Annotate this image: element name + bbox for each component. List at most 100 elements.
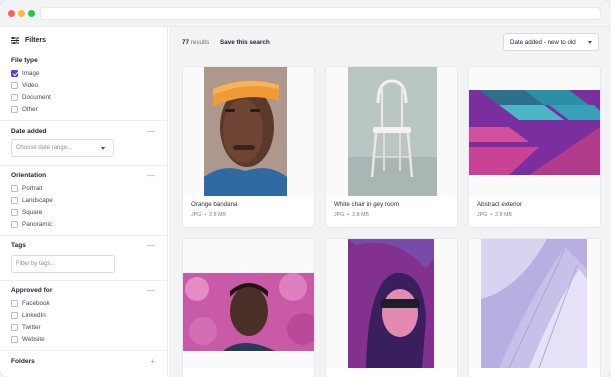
approved-option-facebook[interactable]: Facebook xyxy=(11,300,50,307)
approved-option-twitter[interactable]: Twitter xyxy=(11,324,41,331)
option-label: Landscape xyxy=(22,197,53,204)
video-checkbox[interactable] xyxy=(11,82,18,89)
asset-size: 2.8 MB xyxy=(352,212,369,218)
chevron-down-icon xyxy=(588,41,592,44)
asset-thumbnail xyxy=(469,67,600,196)
facebook-checkbox[interactable] xyxy=(11,300,18,307)
file-type-option-image[interactable]: Image xyxy=(11,70,40,77)
panoramic-checkbox[interactable] xyxy=(11,221,18,228)
option-label: Square xyxy=(22,209,43,216)
results-number: 77 xyxy=(182,39,190,46)
approved-option-linkedin[interactable]: LinkedIn xyxy=(11,312,46,319)
asset-card[interactable] xyxy=(183,239,314,377)
option-label: Website xyxy=(22,336,45,343)
filters-title: Filters xyxy=(25,37,47,44)
portrait-checkbox[interactable] xyxy=(11,185,18,192)
asset-meta: White chair in gey room JPG • 2.8 MB xyxy=(334,201,452,218)
document-checkbox[interactable] xyxy=(11,94,18,101)
orientation-option-landscape[interactable]: Landscape xyxy=(11,197,53,204)
asset-meta xyxy=(191,373,309,377)
option-label: Image xyxy=(22,70,40,77)
asset-card[interactable]: Abstract exterior JPG • 2.8 MB xyxy=(469,67,600,227)
filters-sidebar: Filters File type Image Video Document O… xyxy=(0,27,168,377)
option-label: LinkedIn xyxy=(22,312,46,319)
asset-thumbnail xyxy=(183,67,314,196)
option-label: Portrait xyxy=(22,185,43,192)
asset-title: Orange bandana xyxy=(191,201,238,208)
separator-dot: • xyxy=(204,212,207,218)
sliders-icon xyxy=(11,37,19,44)
orientation-title: Orientation xyxy=(11,172,47,179)
approved-for-title: Approved for xyxy=(11,287,53,294)
linkedin-checkbox[interactable] xyxy=(11,312,18,319)
asset-card[interactable] xyxy=(469,239,600,377)
orientation-collapse-icon[interactable]: — xyxy=(147,172,155,180)
save-search-link[interactable]: Save this search xyxy=(220,39,270,46)
asset-thumbnail xyxy=(326,67,457,196)
option-label: Other xyxy=(22,106,38,113)
option-label: Facebook xyxy=(22,300,50,307)
filters-header: Filters xyxy=(11,37,46,44)
asset-card[interactable]: Orange bandana JPG • 2.8 MB xyxy=(183,67,314,227)
sort-value: Date added - new to old xyxy=(510,38,576,46)
orientation-option-panoramic[interactable]: Panoramic xyxy=(11,221,52,228)
maximize-window-button[interactable] xyxy=(28,10,35,17)
date-added-title: Date added xyxy=(11,128,47,135)
results-count: 77 results xyxy=(182,39,209,46)
asset-size: 2.8 MB xyxy=(495,212,512,218)
option-label: Twitter xyxy=(22,324,41,331)
date-range-placeholder: Choose date range... xyxy=(16,145,73,151)
approved-for-collapse-icon[interactable]: — xyxy=(147,287,155,295)
divider xyxy=(0,235,168,236)
separator-dot: • xyxy=(490,212,493,218)
asset-details: JPG • 2.8 MB xyxy=(191,212,309,218)
asset-details: JPG • 2.8 MB xyxy=(334,212,452,218)
website-checkbox[interactable] xyxy=(11,336,18,343)
date-range-select[interactable]: Choose date range... xyxy=(11,139,114,157)
file-type-option-document[interactable]: Document xyxy=(11,94,51,101)
sort-select[interactable]: Date added - new to old xyxy=(503,33,599,51)
asset-meta xyxy=(477,373,595,377)
asset-thumbnail xyxy=(326,239,457,368)
results-suffix: results xyxy=(189,39,210,46)
tags-title: Tags xyxy=(11,242,26,249)
asset-thumbnail xyxy=(183,239,314,368)
folders-title: Folders xyxy=(11,358,35,365)
address-bar[interactable] xyxy=(40,7,601,20)
twitter-checkbox[interactable] xyxy=(11,324,18,331)
separator-dot: • xyxy=(347,212,350,218)
file-type-option-other[interactable]: Other xyxy=(11,106,38,113)
other-checkbox[interactable] xyxy=(11,106,18,113)
option-label: Panoramic xyxy=(22,221,53,228)
approved-option-website[interactable]: Website xyxy=(11,336,45,343)
file-type-option-video[interactable]: Video xyxy=(11,82,38,89)
divider xyxy=(0,350,168,351)
orientation-option-square[interactable]: Square xyxy=(11,209,42,216)
asset-card[interactable]: White chair in gey room JPG • 2.8 MB xyxy=(326,67,457,227)
asset-format: JPG xyxy=(477,212,488,218)
divider xyxy=(0,165,168,166)
tags-placeholder: Filter by tags... xyxy=(16,261,56,267)
asset-card[interactable] xyxy=(326,239,457,377)
asset-format: JPG xyxy=(334,212,345,218)
option-label: Video xyxy=(22,82,38,89)
asset-format: JPG xyxy=(191,212,202,218)
date-added-collapse-icon[interactable]: — xyxy=(147,128,155,136)
minimize-window-button[interactable] xyxy=(18,10,25,17)
results-toolbar: 77 results Save this search Date added -… xyxy=(169,27,611,57)
tags-collapse-icon[interactable]: — xyxy=(147,242,155,250)
asset-meta: Abstract exterior JPG • 2.8 MB xyxy=(477,201,595,218)
asset-thumbnail xyxy=(469,239,600,368)
asset-meta xyxy=(334,373,452,377)
landscape-checkbox[interactable] xyxy=(11,197,18,204)
asset-size: 2.8 MB xyxy=(209,212,226,218)
orientation-option-portrait[interactable]: Portrait xyxy=(11,185,42,192)
close-window-button[interactable] xyxy=(8,10,15,17)
folders-expand-icon[interactable]: + xyxy=(150,358,155,366)
square-checkbox[interactable] xyxy=(11,209,18,216)
browser-window: Filters File type Image Video Document O… xyxy=(0,0,611,377)
image-checkbox[interactable] xyxy=(11,70,18,77)
tags-filter-input[interactable]: Filter by tags... xyxy=(11,255,115,273)
divider xyxy=(0,280,168,281)
divider xyxy=(0,120,168,121)
